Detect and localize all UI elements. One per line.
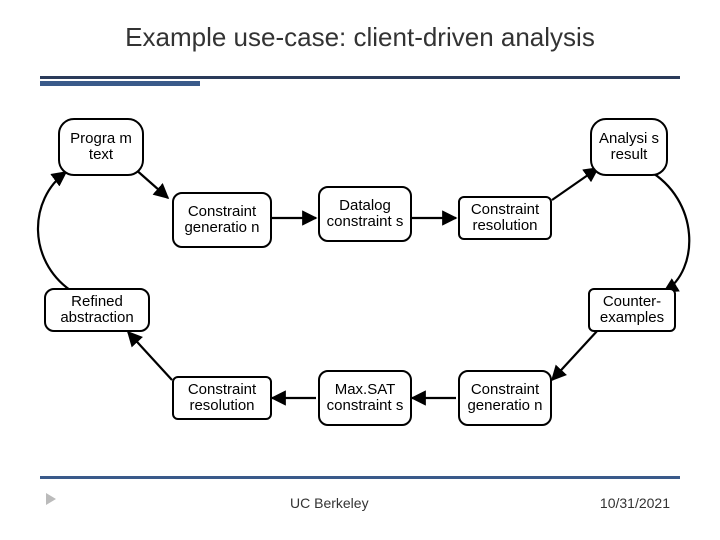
arrows-layer	[0, 0, 720, 540]
node-constraint-resolution-top: Constraint resolution	[458, 196, 552, 240]
node-analysis-result: Analysi s result	[590, 118, 668, 176]
node-constraint-resolution-bot: Constraint resolution	[172, 376, 272, 420]
node-refined-abstraction: Refined abstraction	[44, 288, 150, 332]
node-maxsat-constraints: Max.SAT constraint s	[318, 370, 412, 426]
node-counter-examples: Counter- examples	[588, 288, 676, 332]
footer-org: UC Berkeley	[290, 495, 369, 511]
footer-date: 10/31/2021	[600, 495, 670, 511]
diagram-canvas: Progra m text Constraint generatio n Dat…	[0, 0, 720, 540]
node-program-text: Progra m text	[58, 118, 144, 176]
node-constraint-generation-bot: Constraint generatio n	[458, 370, 552, 426]
node-datalog-constraints: Datalog constraint s	[318, 186, 412, 242]
node-constraint-generation-top: Constraint generatio n	[172, 192, 272, 248]
